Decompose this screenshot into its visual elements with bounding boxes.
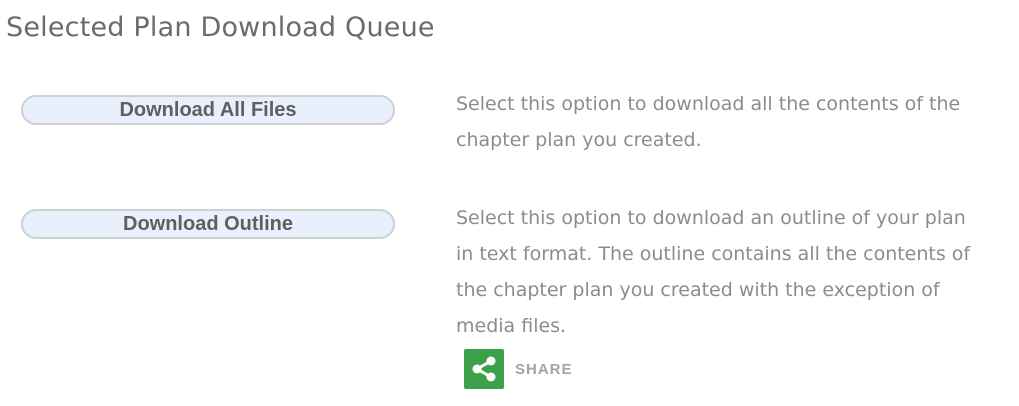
share-icon[interactable] bbox=[464, 349, 504, 389]
download-all-files-button[interactable]: Download All Files bbox=[21, 95, 395, 125]
download-outline-button[interactable]: Download Outline bbox=[21, 209, 395, 239]
share-button[interactable]: SHARE bbox=[464, 349, 573, 389]
share-label[interactable]: SHARE bbox=[515, 361, 573, 378]
page-title: Selected Plan Download Queue bbox=[6, 12, 435, 43]
download-outline-description: Select this option to download an outlin… bbox=[456, 207, 971, 337]
download-all-files-description: Select this option to download all the c… bbox=[456, 93, 961, 151]
